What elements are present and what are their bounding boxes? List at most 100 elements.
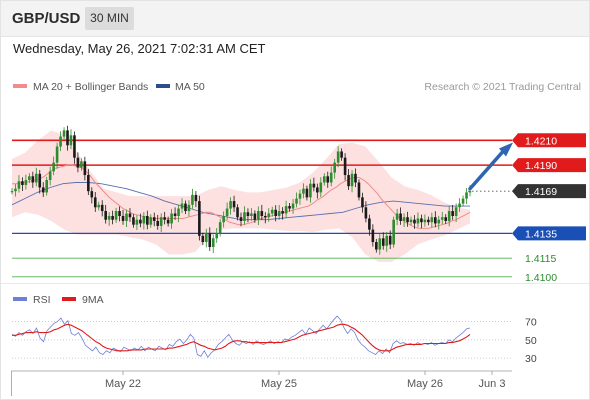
candle-body bbox=[461, 198, 465, 204]
candle-body bbox=[444, 217, 448, 221]
candle-body bbox=[250, 213, 253, 216]
candle-body bbox=[284, 206, 288, 214]
candle-body bbox=[211, 238, 215, 248]
candle-body bbox=[427, 219, 430, 223]
candle-body bbox=[159, 217, 163, 226]
candle-body bbox=[128, 213, 132, 218]
candle-body bbox=[17, 181, 21, 189]
price-chart: MA 20 + Bollinger Bands MA 50 Research ©… bbox=[10, 81, 586, 396]
candle-body bbox=[73, 135, 76, 158]
candle-body bbox=[375, 242, 378, 250]
candle-body bbox=[180, 203, 184, 209]
candle-body bbox=[392, 219, 395, 245]
candle-body bbox=[402, 217, 406, 221]
candle-body bbox=[354, 173, 357, 183]
candle-body bbox=[21, 181, 24, 185]
candle-body bbox=[319, 182, 323, 193]
candle-body bbox=[135, 219, 139, 225]
candle-body bbox=[218, 222, 222, 234]
candle-body bbox=[163, 217, 166, 220]
rsi-line bbox=[11, 315, 471, 358]
ma20-legend-label: MA 20 + Bollinger Bands bbox=[33, 81, 148, 93]
candle-body bbox=[253, 213, 257, 220]
rsi-legend-swatch bbox=[13, 297, 27, 301]
candle-body bbox=[149, 217, 153, 225]
candle-body bbox=[114, 211, 118, 220]
candle-body bbox=[66, 130, 69, 146]
candle-body bbox=[336, 151, 340, 163]
rsi-tick-label: 50 bbox=[525, 335, 537, 347]
candle-body bbox=[409, 219, 413, 223]
candle-body bbox=[97, 204, 101, 208]
ma20-legend-swatch bbox=[13, 84, 27, 88]
candle-body bbox=[361, 197, 364, 208]
ma50-legend-label: MA 50 bbox=[175, 81, 205, 93]
candle-body bbox=[357, 182, 361, 198]
candle-body bbox=[274, 209, 277, 216]
candle-body bbox=[350, 173, 354, 187]
candle-body bbox=[288, 206, 291, 209]
candle-body bbox=[295, 198, 298, 204]
candle-body bbox=[406, 217, 409, 223]
price-tag-label: 1.4190 bbox=[525, 160, 557, 172]
candle-body bbox=[194, 194, 198, 202]
rsi-ma-line bbox=[12, 323, 471, 352]
candle-body bbox=[107, 215, 111, 220]
rsi-legend-label: RSI bbox=[33, 294, 51, 306]
candle-body bbox=[166, 219, 170, 224]
candle-body bbox=[378, 238, 382, 250]
candle-body bbox=[243, 212, 246, 221]
candle-body bbox=[201, 235, 205, 243]
candle-body bbox=[87, 175, 90, 192]
candle-body bbox=[38, 173, 42, 188]
candle-body bbox=[215, 233, 219, 239]
candle-body bbox=[52, 162, 55, 172]
candle-body bbox=[90, 191, 94, 198]
candle-body bbox=[468, 191, 472, 193]
candle-body bbox=[69, 135, 73, 146]
candle-body bbox=[302, 188, 305, 194]
candle-body bbox=[277, 211, 281, 216]
x-tick-label: Jun 3 bbox=[479, 378, 506, 390]
candle-body bbox=[239, 217, 243, 221]
candle-body bbox=[45, 180, 48, 193]
candle-body bbox=[246, 212, 250, 216]
candle-body bbox=[173, 213, 177, 216]
candle-body bbox=[364, 207, 368, 219]
candle-body bbox=[329, 172, 333, 183]
candle-body bbox=[423, 219, 427, 223]
candle-body bbox=[368, 218, 371, 230]
candle-body bbox=[152, 217, 156, 221]
candle-body bbox=[454, 207, 458, 216]
x-tick-label: May 26 bbox=[407, 378, 443, 390]
candle-body bbox=[447, 211, 451, 221]
candle-body bbox=[340, 151, 343, 158]
candle-body bbox=[281, 211, 284, 214]
candle-body bbox=[225, 208, 229, 216]
candle-body bbox=[111, 215, 114, 220]
candle-body bbox=[465, 192, 468, 199]
candle-body bbox=[388, 235, 392, 245]
rsi-panel: 70 50 30 bbox=[11, 315, 537, 365]
target-level-label: 1.4100 bbox=[525, 272, 557, 284]
candle-body bbox=[208, 233, 212, 248]
price-tag-label: 1.4169 bbox=[525, 186, 557, 198]
candle-body bbox=[170, 213, 173, 224]
price-tag-label: 1.4210 bbox=[525, 135, 557, 147]
candle-body bbox=[381, 238, 385, 246]
bollinger-band-area bbox=[12, 130, 470, 262]
bollinger-bands bbox=[12, 130, 470, 262]
candle-body bbox=[263, 215, 267, 218]
forecast-arrow-shaft bbox=[468, 149, 505, 191]
candle-body bbox=[121, 215, 125, 221]
candle-body bbox=[59, 136, 62, 147]
candle-body bbox=[430, 217, 434, 223]
candle-body bbox=[41, 187, 45, 193]
target-level-label: 1.4115 bbox=[525, 253, 556, 265]
candle-body bbox=[156, 220, 160, 226]
rsi-tick-label: 70 bbox=[525, 317, 537, 329]
candle-body bbox=[139, 219, 142, 224]
candle-body bbox=[260, 211, 264, 216]
candle-body bbox=[93, 197, 97, 208]
rsi-ma-legend-label: 9MA bbox=[82, 294, 104, 306]
